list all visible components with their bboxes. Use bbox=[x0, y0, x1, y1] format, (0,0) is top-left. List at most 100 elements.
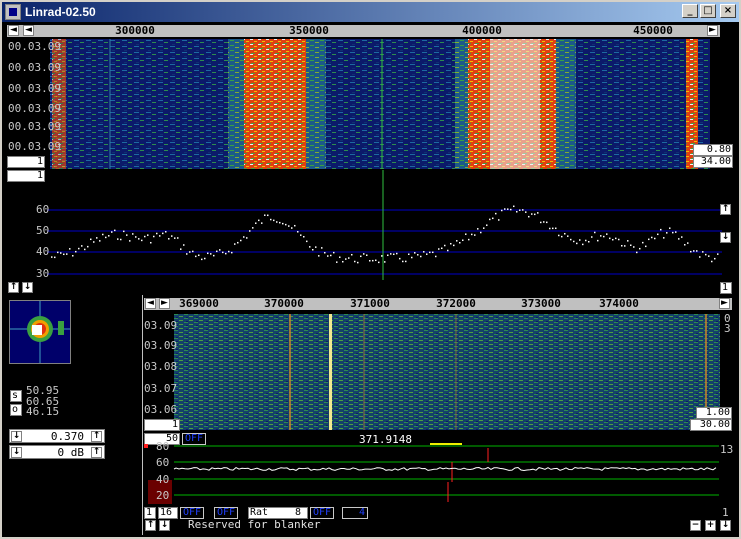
bb-scroll-left-icon[interactable]: ◄ bbox=[145, 298, 156, 309]
spectrum-point bbox=[387, 254, 389, 257]
waterfall-gain-box[interactable]: 0.80 bbox=[693, 144, 733, 156]
baseband-frame bbox=[142, 295, 143, 535]
spectrum-point bbox=[225, 252, 227, 255]
spectrum-point bbox=[141, 239, 143, 242]
spectrum-point bbox=[309, 246, 311, 248]
spectrum-point bbox=[354, 260, 356, 263]
gain-down-icon[interactable]: ↓ bbox=[11, 431, 22, 442]
main-spectrum[interactable] bbox=[7, 170, 732, 294]
spectrum-point bbox=[339, 256, 341, 258]
spectrum-right-down-icon[interactable]: ↓ bbox=[720, 232, 731, 243]
pol-s-label[interactable]: s bbox=[10, 390, 22, 402]
spectrum-point bbox=[321, 247, 323, 249]
spectrum-point bbox=[303, 235, 305, 238]
bb-down-icon[interactable]: ↓ bbox=[159, 520, 170, 531]
bb-b2[interactable]: 16 bbox=[158, 507, 178, 519]
spectrum-point bbox=[588, 241, 590, 243]
bb-gain-box[interactable]: 1.00 bbox=[696, 407, 732, 419]
bb-right-down-icon[interactable]: ↓ bbox=[720, 520, 731, 531]
spectrum-point bbox=[204, 257, 206, 260]
spectrum-point bbox=[177, 237, 179, 239]
bb-up-icon[interactable]: ↑ bbox=[145, 520, 156, 531]
bb-minus-icon[interactable]: − bbox=[690, 520, 701, 531]
spectrum-point bbox=[690, 250, 692, 253]
spectrum-point bbox=[234, 243, 236, 245]
attenuation-control[interactable]: ↓ 0 dB ↑ bbox=[9, 445, 105, 459]
spectrum-up-icon[interactable]: ↑ bbox=[8, 282, 19, 293]
spectrum-point bbox=[270, 218, 272, 221]
bb-avg-box[interactable]: 1 bbox=[144, 419, 180, 431]
spectrum-right-box[interactable]: 1 bbox=[720, 282, 732, 294]
spectrum-point bbox=[525, 211, 527, 213]
spectrum-point bbox=[549, 227, 551, 230]
bb-time-label: 03.09 bbox=[144, 339, 178, 352]
spectrum-point bbox=[528, 215, 530, 218]
scroll-right-icon[interactable]: ► bbox=[707, 25, 718, 36]
spectrum-point bbox=[267, 214, 269, 217]
freq-tick: 350000 bbox=[289, 24, 329, 37]
spectrum-point bbox=[363, 253, 365, 255]
bb-freq-tick: 369000 bbox=[179, 297, 219, 310]
gain-value: 0.370 bbox=[50, 430, 84, 443]
bb-scroll-right-icon[interactable]: ► bbox=[719, 298, 730, 309]
spectrum-point bbox=[396, 252, 398, 255]
spectrum-point bbox=[540, 221, 542, 224]
scroll-left-small-icon[interactable]: ◄ bbox=[23, 25, 34, 36]
scroll-left-icon[interactable]: ◄ bbox=[8, 25, 19, 36]
main-waterfall-graphic bbox=[50, 39, 710, 169]
spectrum-point bbox=[132, 233, 134, 235]
spectrum-point bbox=[117, 238, 119, 240]
spectrum-point bbox=[90, 238, 92, 241]
spectrum-point bbox=[564, 232, 566, 235]
spectrum-point bbox=[357, 261, 359, 264]
spectrum-down-icon[interactable]: ↓ bbox=[22, 282, 33, 293]
waterfall-avg-box[interactable]: 1 bbox=[7, 156, 45, 168]
bb-val4[interactable]: 4 bbox=[342, 507, 368, 519]
spectrum-point bbox=[708, 255, 710, 257]
spectrum-point bbox=[717, 253, 719, 255]
baseband-waterfall[interactable] bbox=[174, 314, 720, 430]
bb-offset-box[interactable]: 30.00 bbox=[690, 419, 732, 431]
gain-up-icon[interactable]: ↑ bbox=[91, 431, 102, 442]
spectrum-point bbox=[456, 240, 458, 242]
waterfall-offset-box[interactable]: 34.00 bbox=[693, 156, 733, 168]
spectrum-point bbox=[666, 232, 668, 234]
spectrum-point bbox=[327, 255, 329, 257]
db-label: 50 bbox=[36, 224, 50, 237]
atten-down-icon[interactable]: ↓ bbox=[11, 447, 22, 458]
baseband-spectrum[interactable] bbox=[144, 442, 732, 504]
spectrum-point bbox=[216, 250, 218, 253]
bb-db-label: 60 bbox=[156, 456, 170, 469]
spectrum-point bbox=[486, 224, 488, 226]
spectrum-point bbox=[60, 252, 62, 254]
maximize-button[interactable]: □ bbox=[700, 4, 716, 18]
baseband-frequency-scale[interactable]: ◄ ► 369000 370000 371000 372000 373000 3… bbox=[144, 298, 732, 310]
spectrum-point bbox=[126, 234, 128, 236]
spectrum-point bbox=[714, 257, 716, 260]
spectrum-point bbox=[246, 237, 248, 239]
spectrum-point bbox=[381, 255, 383, 257]
bb-plus-icon[interactable]: + bbox=[705, 520, 716, 531]
spectrum-point bbox=[681, 236, 683, 238]
spectrum-right-up-icon[interactable]: ↑ bbox=[720, 204, 731, 215]
spectrum-point bbox=[597, 239, 599, 242]
spectrum-point bbox=[474, 234, 476, 236]
gain-control[interactable]: ↓ 0.370 ↑ bbox=[9, 429, 105, 443]
spectrum-point bbox=[81, 245, 83, 247]
pol-o-label[interactable]: o bbox=[10, 404, 22, 416]
bb-scroll-right-small-icon[interactable]: ► bbox=[159, 298, 170, 309]
minimize-button[interactable]: _ bbox=[682, 4, 698, 18]
close-button[interactable]: × bbox=[720, 4, 736, 18]
spectrum-point bbox=[669, 227, 671, 229]
bb-b1[interactable]: 1 bbox=[144, 507, 156, 519]
spectrum-point bbox=[636, 251, 638, 254]
main-waterfall[interactable] bbox=[50, 39, 710, 169]
spectrum-point bbox=[705, 253, 707, 256]
spectrum-point bbox=[54, 256, 56, 259]
status-text: Reserved for blanker bbox=[188, 518, 321, 531]
title-bar[interactable]: Linrad-02.50 _ □ × bbox=[2, 2, 739, 22]
main-frequency-scale[interactable]: ◄ ◄ 300000 350000 400000 450000 ► bbox=[7, 25, 720, 37]
atten-up-icon[interactable]: ↑ bbox=[91, 447, 102, 458]
spectrum-point bbox=[360, 255, 362, 258]
spectrum-point bbox=[258, 219, 260, 222]
